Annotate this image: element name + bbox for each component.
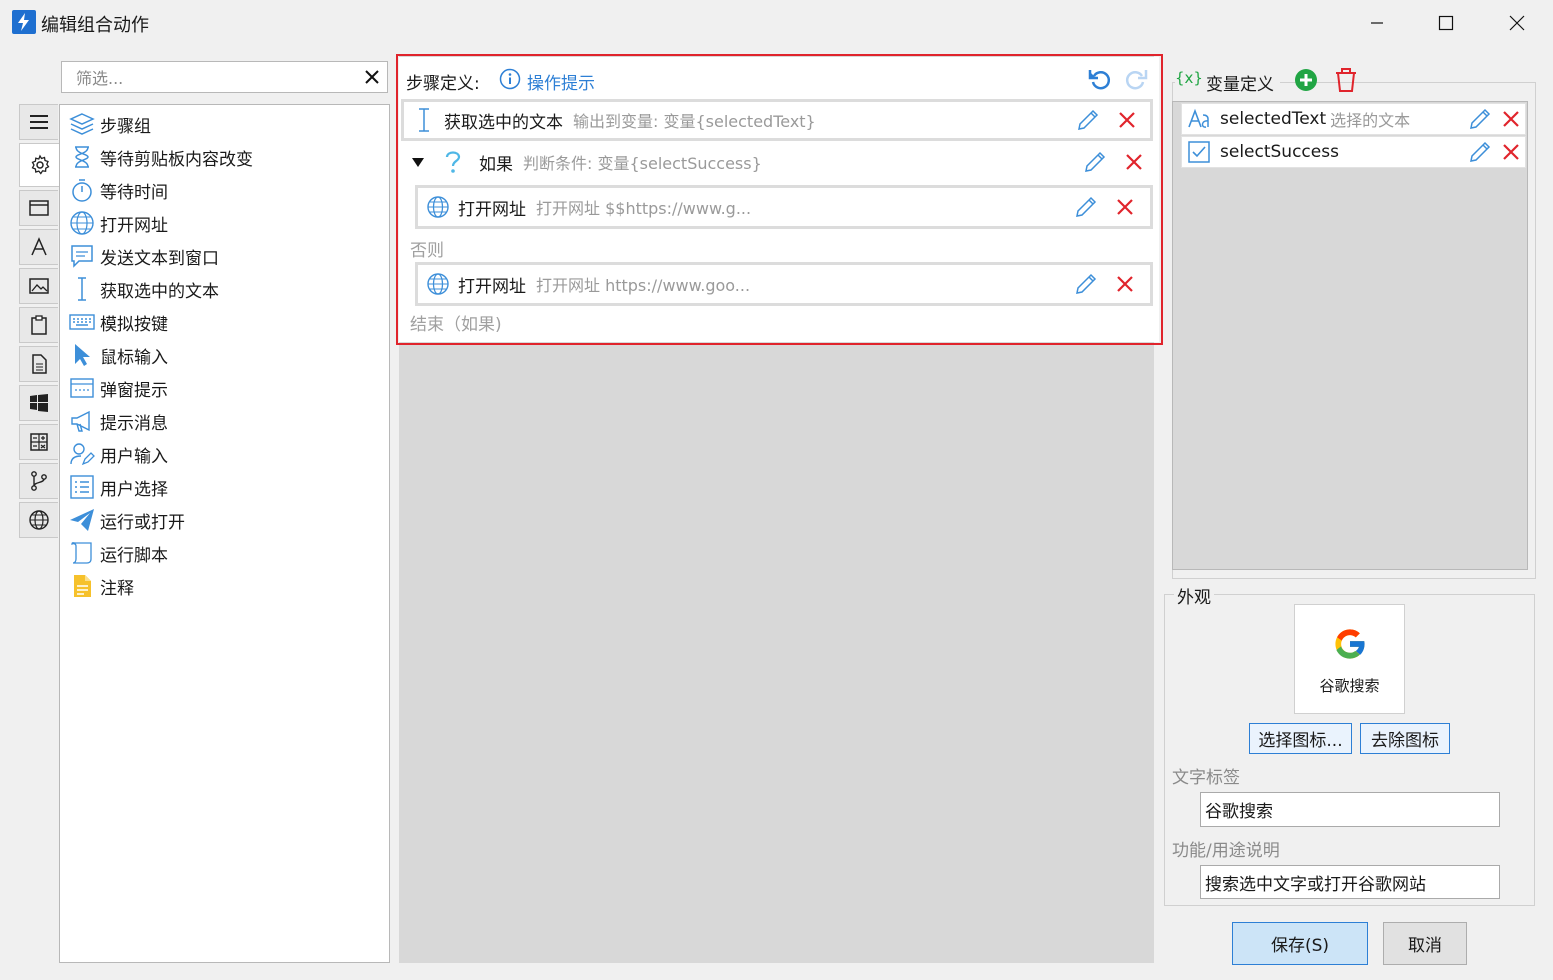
variables-label: 变量定义 bbox=[1206, 70, 1280, 95]
text-label-caption: 文字标签 bbox=[1172, 768, 1240, 788]
user-edit-icon bbox=[68, 440, 96, 468]
globe-icon bbox=[29, 510, 49, 530]
message-icon bbox=[68, 242, 96, 270]
tab-calculator[interactable] bbox=[19, 424, 58, 460]
window-icon bbox=[29, 200, 49, 216]
tab-image[interactable] bbox=[19, 268, 58, 304]
filter-input[interactable] bbox=[74, 63, 358, 93]
google-logo-icon bbox=[1331, 625, 1369, 663]
list-item[interactable]: 用户输入 bbox=[68, 439, 168, 469]
clipboard-icon bbox=[31, 315, 47, 335]
clear-filter-icon[interactable] bbox=[364, 69, 380, 85]
letter-a-icon bbox=[31, 237, 47, 256]
description-field[interactable]: 搜索选中文字或打开谷歌网站 bbox=[1200, 865, 1500, 899]
mouse-pointer-icon bbox=[68, 341, 96, 369]
globe-icon bbox=[68, 209, 96, 237]
list-item[interactable]: 等待剪贴板内容改变 bbox=[68, 142, 253, 172]
tab-settings[interactable] bbox=[19, 143, 60, 187]
window-title: 编辑组合动作 bbox=[41, 15, 149, 36]
tab-clipboard[interactable] bbox=[19, 307, 58, 343]
list-item[interactable]: 提示消息 bbox=[68, 406, 168, 436]
close-icon bbox=[1509, 15, 1525, 31]
variables-list: selectedText 选择的文本 selectSuccess bbox=[1172, 101, 1528, 570]
delete-x-icon[interactable] bbox=[1502, 110, 1520, 128]
tab-text[interactable] bbox=[19, 229, 58, 265]
remove-icon-button[interactable]: 去除图标 bbox=[1360, 723, 1450, 754]
list-item[interactable]: 运行或打开 bbox=[68, 505, 185, 535]
popup-window-icon bbox=[68, 374, 96, 402]
choose-icon-button[interactable]: 选择图标... bbox=[1249, 723, 1352, 754]
list-item[interactable]: 用户选择 bbox=[68, 472, 168, 502]
calculator-icon bbox=[30, 433, 48, 451]
menu-lines-icon bbox=[30, 115, 48, 129]
variable-icon: {x} bbox=[1175, 69, 1206, 87]
variable-row[interactable]: selectSuccess bbox=[1181, 136, 1526, 168]
delete-x-icon[interactable] bbox=[1502, 143, 1520, 161]
save-button[interactable]: 保存(S) bbox=[1232, 922, 1368, 965]
list-item[interactable]: 发送文本到窗口 bbox=[68, 241, 219, 271]
hourglass-icon bbox=[68, 143, 96, 171]
git-branch-icon bbox=[31, 471, 47, 491]
icon-caption: 谷歌搜索 bbox=[1319, 677, 1380, 695]
description-caption: 功能/用途说明 bbox=[1172, 841, 1280, 861]
tab-branch[interactable] bbox=[19, 463, 58, 499]
filter-box bbox=[61, 61, 388, 93]
image-icon bbox=[29, 278, 49, 294]
title-bar: 编辑组合动作 bbox=[0, 0, 1553, 46]
list-item[interactable]: 运行脚本 bbox=[68, 538, 168, 568]
action-list: 步骤组 等待剪贴板内容改变 等待时间 打开网址 发送文本到窗口 获取选中的文本 … bbox=[59, 104, 390, 963]
windows-logo-icon bbox=[30, 394, 48, 412]
text-cursor-icon bbox=[68, 275, 96, 303]
text-variable-icon bbox=[1187, 107, 1213, 131]
list-item[interactable]: 模拟按键 bbox=[68, 307, 168, 337]
add-variable-icon[interactable] bbox=[1294, 68, 1318, 92]
appearance-label: 外观 bbox=[1174, 583, 1214, 608]
note-icon bbox=[68, 572, 96, 600]
maximize-icon bbox=[1438, 15, 1454, 31]
tab-window[interactable] bbox=[19, 190, 58, 226]
app-lightning-icon bbox=[12, 10, 36, 34]
list-item[interactable]: 鼠标输入 bbox=[68, 340, 168, 370]
maximize-button[interactable] bbox=[1426, 8, 1466, 38]
edit-pencil-icon[interactable] bbox=[1468, 140, 1492, 164]
tab-web[interactable] bbox=[19, 502, 58, 538]
megaphone-icon bbox=[68, 407, 96, 435]
keyboard-icon bbox=[68, 308, 96, 336]
tab-document[interactable] bbox=[19, 346, 58, 382]
list-item[interactable]: 打开网址 bbox=[68, 208, 168, 238]
list-item[interactable]: 注释 bbox=[68, 571, 134, 601]
list-item[interactable]: 获取选中的文本 bbox=[68, 274, 219, 304]
checklist-icon bbox=[68, 473, 96, 501]
minimize-icon bbox=[1371, 22, 1383, 24]
layers-icon bbox=[68, 110, 96, 138]
list-item[interactable]: 等待时间 bbox=[68, 175, 168, 205]
tab-all[interactable] bbox=[19, 104, 58, 140]
category-tabs bbox=[19, 104, 60, 541]
close-button[interactable] bbox=[1497, 8, 1537, 38]
trash-icon[interactable] bbox=[1334, 67, 1358, 93]
paper-plane-icon bbox=[68, 506, 96, 534]
minimize-button[interactable] bbox=[1357, 8, 1397, 38]
script-icon bbox=[68, 539, 96, 567]
icon-preview[interactable]: 谷歌搜索 bbox=[1294, 604, 1405, 714]
edit-pencil-icon[interactable] bbox=[1468, 107, 1492, 131]
variable-row[interactable]: selectedText 选择的文本 bbox=[1181, 103, 1526, 135]
list-item[interactable]: 步骤组 bbox=[68, 109, 151, 139]
cancel-button[interactable]: 取消 bbox=[1383, 922, 1467, 965]
list-item[interactable]: 弹窗提示 bbox=[68, 373, 168, 403]
text-label-field[interactable]: 谷歌搜索 bbox=[1200, 792, 1500, 827]
tab-windows-system[interactable] bbox=[19, 385, 58, 421]
gear-icon bbox=[31, 154, 50, 175]
document-icon bbox=[32, 354, 47, 374]
highlight-frame bbox=[396, 54, 1163, 345]
checkbox-checked-icon bbox=[1188, 141, 1210, 163]
stopwatch-icon bbox=[68, 176, 96, 204]
